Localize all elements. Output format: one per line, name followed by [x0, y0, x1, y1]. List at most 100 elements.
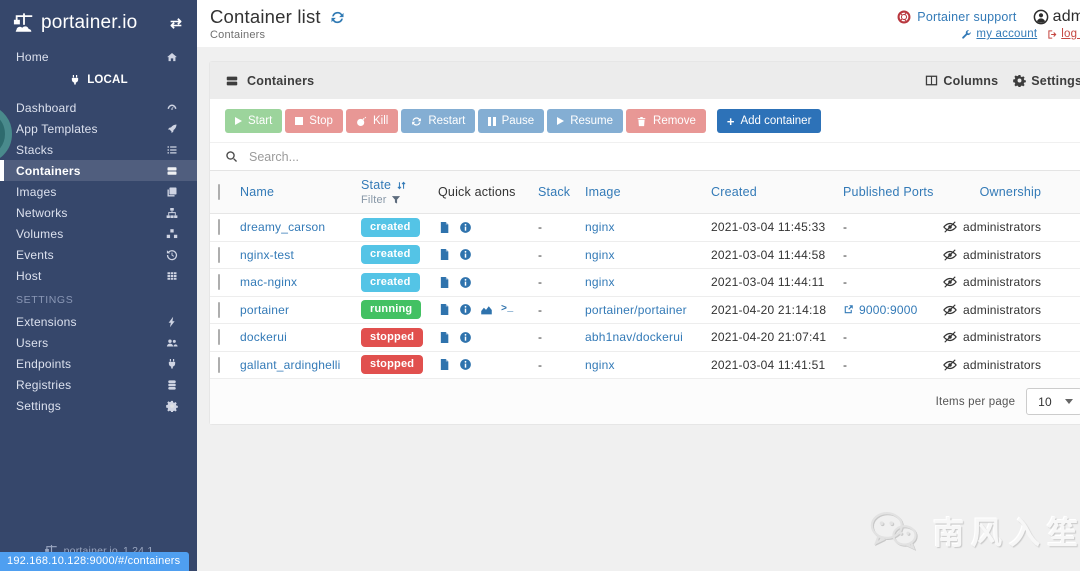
- column-header-image[interactable]: Image: [585, 185, 711, 199]
- refresh-icon: [411, 116, 422, 127]
- portainer-logo-text: portainer.io: [41, 12, 138, 33]
- current-user: admin: [1033, 8, 1080, 26]
- table-header-row: Name State Filter Quick actions Stack Im…: [210, 171, 1080, 214]
- inspect-icon[interactable]: [459, 331, 472, 344]
- items-per-page-label: Items per page: [935, 395, 1016, 408]
- image-link[interactable]: abh1nav/dockerui: [585, 330, 683, 344]
- remove-button[interactable]: Remove: [626, 109, 706, 133]
- container-name-link[interactable]: gallant_ardinghelli: [240, 358, 341, 372]
- sidebar-item-users[interactable]: Users: [0, 332, 197, 353]
- sidebar-item-volumes[interactable]: Volumes: [0, 223, 197, 244]
- sidebar-item-home[interactable]: Home: [0, 46, 197, 67]
- my-account-link[interactable]: my account: [961, 28, 1037, 40]
- select-all-checkbox[interactable]: [218, 184, 220, 200]
- eye-slash-icon: [943, 303, 957, 317]
- columns-button[interactable]: Columns: [925, 74, 998, 88]
- table-row: nginx-test created - nginx 2021-03-04 11…: [210, 241, 1080, 269]
- container-name-link[interactable]: portainer: [240, 303, 289, 317]
- eye-slash-icon: [943, 330, 957, 344]
- search-input[interactable]: [247, 148, 1080, 165]
- image-link[interactable]: nginx: [585, 275, 615, 289]
- inspect-icon[interactable]: [459, 358, 472, 371]
- inspect-icon[interactable]: [459, 303, 472, 316]
- sidebar-item-images[interactable]: Images: [0, 181, 197, 202]
- plug-icon: [166, 358, 178, 370]
- add-container-button[interactable]: + Add container: [716, 109, 822, 133]
- endpoint-selector[interactable]: LOCAL: [0, 69, 197, 91]
- image-link[interactable]: portainer/portainer: [585, 303, 687, 317]
- rocket-icon: [166, 123, 178, 135]
- stop-button[interactable]: Stop: [285, 109, 343, 133]
- row-checkbox[interactable]: [218, 246, 220, 263]
- container-name-link[interactable]: dockerui: [240, 330, 287, 344]
- inspect-icon[interactable]: [459, 221, 472, 234]
- logs-icon[interactable]: [438, 221, 451, 234]
- state-badge: created: [361, 217, 420, 237]
- stats-icon[interactable]: [480, 303, 493, 316]
- sidebar-item-containers[interactable]: Containers: [0, 160, 197, 181]
- image-link[interactable]: nginx: [585, 248, 615, 262]
- items-per-page-select[interactable]: 10: [1026, 388, 1080, 415]
- log-out-link[interactable]: log out: [1047, 28, 1080, 40]
- column-header-ownership[interactable]: Ownership: [943, 185, 1080, 199]
- watermark-text: 南风入笙: [933, 516, 1080, 551]
- pause-button[interactable]: Pause: [478, 109, 545, 133]
- sidebar-item-app-templates[interactable]: App Templates: [0, 118, 197, 139]
- inspect-icon[interactable]: [459, 248, 472, 261]
- sidebar-item-events[interactable]: Events: [0, 244, 197, 265]
- page-title: Container list: [210, 6, 345, 28]
- sidebar-item-registries[interactable]: Registries: [0, 374, 197, 395]
- row-checkbox[interactable]: [218, 356, 220, 373]
- created-value: 2021-03-04 11:44:58: [711, 247, 826, 262]
- row-checkbox[interactable]: [218, 301, 220, 318]
- eye-slash-icon: [943, 220, 957, 234]
- column-header-state[interactable]: State: [361, 178, 438, 192]
- console-icon[interactable]: >_: [501, 304, 513, 315]
- restart-button[interactable]: Restart: [401, 109, 476, 133]
- logs-icon[interactable]: [438, 358, 451, 371]
- logs-icon[interactable]: [438, 248, 451, 261]
- panel-header: Containers Columns Settings: [210, 62, 1080, 99]
- table-settings-button[interactable]: Settings: [1013, 74, 1080, 88]
- inspect-icon[interactable]: [459, 276, 472, 289]
- row-checkbox[interactable]: [218, 219, 220, 236]
- column-header-ports[interactable]: Published Ports: [843, 185, 943, 199]
- gear-icon: [166, 400, 178, 412]
- sidebar-item-settings[interactable]: Settings: [0, 395, 197, 416]
- start-button[interactable]: Start: [225, 109, 283, 133]
- portainer-support-link[interactable]: Portainer support: [897, 10, 1016, 24]
- logs-icon[interactable]: [438, 331, 451, 344]
- sidebar-item-extensions[interactable]: Extensions: [0, 311, 197, 332]
- column-header-name[interactable]: Name: [240, 185, 361, 199]
- pause-icon: [488, 116, 496, 126]
- image-link[interactable]: nginx: [585, 358, 615, 372]
- column-header-created[interactable]: Created: [711, 185, 843, 199]
- refresh-icon[interactable]: [330, 10, 345, 25]
- sidebar-item-networks[interactable]: Networks: [0, 202, 197, 223]
- database-icon: [166, 379, 178, 391]
- container-name-link[interactable]: mac-nginx: [240, 275, 297, 289]
- stack-value: -: [538, 357, 543, 372]
- logs-icon[interactable]: [438, 276, 451, 289]
- column-header-stack[interactable]: Stack: [538, 185, 585, 199]
- kill-button[interactable]: Kill: [345, 109, 399, 133]
- eye-slash-icon: [943, 358, 957, 372]
- image-link[interactable]: nginx: [585, 220, 615, 234]
- row-checkbox[interactable]: [218, 274, 220, 291]
- row-checkbox[interactable]: [218, 329, 220, 346]
- sidebar-item-endpoints[interactable]: Endpoints: [0, 353, 197, 374]
- sidebar-toggle-icon[interactable]: ⇄: [170, 15, 182, 32]
- container-name-link[interactable]: dreamy_carson: [240, 220, 325, 234]
- container-name-link[interactable]: nginx-test: [240, 248, 294, 262]
- created-value: 2021-04-20 21:07:41: [711, 330, 827, 345]
- sidebar-item-dashboard[interactable]: Dashboard: [0, 97, 197, 118]
- sidebar-item-host[interactable]: Host: [0, 265, 197, 286]
- sidebar-item-stacks[interactable]: Stacks: [0, 139, 197, 160]
- list-icon: [166, 144, 178, 156]
- resume-button[interactable]: Resume: [547, 109, 624, 133]
- ownership-value: administrators: [963, 330, 1042, 345]
- panel-title: Containers: [247, 73, 315, 88]
- logs-icon[interactable]: [438, 303, 451, 316]
- published-port-link[interactable]: 9000:9000: [843, 303, 943, 317]
- state-filter[interactable]: Filter: [361, 194, 438, 206]
